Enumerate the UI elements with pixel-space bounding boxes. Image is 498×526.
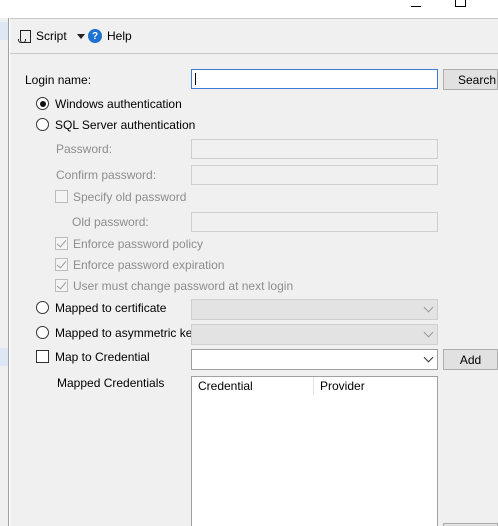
certificate-label[interactable]: Mapped to certificate	[55, 301, 166, 315]
asymmetric-key-label[interactable]: Mapped to asymmetric key	[55, 326, 198, 340]
pane-selection-marker	[0, 22, 8, 40]
minimize-icon[interactable]	[411, 3, 421, 7]
grid-header: Credential Provider	[192, 377, 437, 395]
column-header-credential[interactable]: Credential	[192, 377, 314, 395]
enforce-policy-label[interactable]: Enforce password policy	[73, 237, 203, 251]
password-input[interactable]	[191, 139, 438, 159]
windows-auth-radio[interactable]	[36, 97, 49, 110]
login-general-page: Script ? Help Login name: Search... Wind…	[10, 18, 498, 526]
pane-selection-marker	[0, 348, 8, 366]
must-change-password-label[interactable]: User must change password at next login	[73, 279, 293, 293]
add-credential-button[interactable]: Add	[443, 349, 498, 370]
specify-old-password-checkbox[interactable]	[55, 190, 68, 203]
certificate-radio[interactable]	[36, 301, 49, 314]
mapped-credentials-grid[interactable]: Credential Provider	[191, 376, 438, 526]
column-header-provider[interactable]: Provider	[314, 377, 437, 395]
enforce-expiration-checkbox[interactable]	[55, 258, 68, 271]
sql-auth-label[interactable]: SQL Server authentication	[55, 118, 195, 132]
certificate-combo[interactable]	[191, 299, 438, 320]
windows-auth-label[interactable]: Windows authentication	[55, 97, 182, 111]
chevron-down-icon	[423, 352, 434, 363]
script-icon	[18, 29, 31, 43]
script-button[interactable]: Script	[18, 28, 85, 44]
mapped-credentials-label: Mapped Credentials	[57, 376, 165, 390]
help-label: Help	[107, 29, 132, 43]
help-icon: ?	[88, 29, 102, 43]
text-caret	[195, 73, 196, 85]
maximize-icon[interactable]	[455, 0, 466, 7]
toolbar: Script ? Help	[10, 19, 498, 54]
old-password-label: Old password:	[72, 215, 149, 229]
map-to-credential-checkbox[interactable]	[36, 350, 49, 363]
chevron-down-icon	[423, 302, 434, 313]
window-title-strip	[0, 0, 498, 18]
sql-auth-radio[interactable]	[36, 118, 49, 131]
login-name-input[interactable]	[191, 69, 438, 89]
asymmetric-key-combo[interactable]	[191, 324, 438, 345]
adjacent-pane	[0, 18, 9, 526]
old-password-input[interactable]	[191, 212, 438, 232]
script-label: Script	[36, 29, 67, 43]
password-label: Password:	[56, 142, 113, 156]
confirm-password-label: Confirm password:	[56, 168, 157, 182]
login-name-label: Login name:	[25, 73, 92, 87]
chevron-down-icon	[423, 327, 434, 338]
must-change-password-checkbox[interactable]	[55, 279, 68, 292]
help-button[interactable]: ? Help	[88, 28, 132, 44]
confirm-password-input[interactable]	[191, 165, 438, 185]
chevron-down-icon[interactable]	[76, 33, 85, 39]
enforce-expiration-label[interactable]: Enforce password expiration	[73, 258, 224, 272]
search-button[interactable]: Search...	[443, 69, 498, 90]
credential-combo[interactable]	[191, 349, 438, 370]
asymmetric-key-radio[interactable]	[36, 326, 49, 339]
enforce-policy-checkbox[interactable]	[55, 237, 68, 250]
map-to-credential-label[interactable]: Map to Credential	[55, 350, 150, 364]
specify-old-password-label[interactable]: Specify old password	[73, 190, 186, 204]
